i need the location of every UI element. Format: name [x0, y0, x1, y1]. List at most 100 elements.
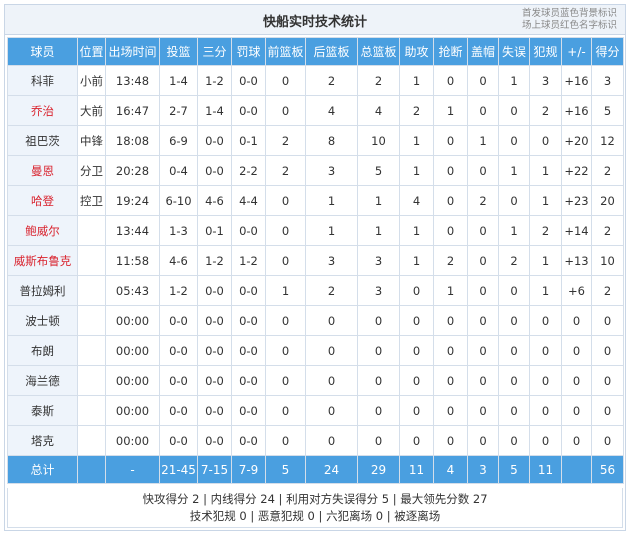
column-header-blocks: 盖帽 [467, 37, 499, 66]
table-body: 科菲 小前 13:48 1-4 1-2 0-0 0 2 2 1 0 0 1 3 +16 3 乔治 大前 16:47 2… [7, 65, 624, 456]
cell-def-reb: 0 [305, 335, 358, 366]
cell-off-reb: 0 [265, 365, 306, 396]
column-header-three-pt: 三分 [197, 37, 232, 66]
table-row: 泰斯 00:00 0-0 0-0 0-0 0 0 0 0 0 0 0 0 0 0 [7, 395, 624, 426]
cell-assists: 2 [399, 95, 434, 126]
cell-plus-minus: +20 [561, 125, 592, 156]
cell-def-reb: 2 [305, 275, 358, 306]
cell-position [77, 365, 106, 396]
player-name[interactable]: 鲍威尔 [7, 215, 78, 246]
cell-three-pt: 0-0 [197, 275, 232, 306]
table-row: 哈登 控卫 19:24 6-10 4-6 4-4 0 1 1 4 0 2 0 1 +23 20 [7, 185, 624, 216]
cell-minutes: 16:47 [105, 95, 160, 126]
cell-def-reb: 0 [305, 395, 358, 426]
cell-ft: 0-1 [231, 125, 266, 156]
cell-plus-minus: +22 [561, 155, 592, 186]
cell-total-reb: 1 [357, 185, 400, 216]
total-position [77, 455, 106, 484]
cell-ft: 0-0 [231, 335, 266, 366]
total-fg: 21-45 [159, 455, 198, 484]
cell-blocks: 1 [467, 125, 499, 156]
cell-ft: 0-0 [231, 95, 266, 126]
cell-total-reb: 3 [357, 275, 400, 306]
player-name[interactable]: 普拉姆利 [7, 275, 78, 306]
cell-turnovers: 0 [498, 95, 530, 126]
cell-minutes: 19:24 [105, 185, 160, 216]
cell-fg: 0-4 [159, 155, 198, 186]
player-name[interactable]: 海兰德 [7, 365, 78, 396]
cell-steals: 1 [433, 95, 468, 126]
cell-fg: 1-3 [159, 215, 198, 246]
cell-position [77, 305, 106, 336]
cell-assists: 0 [399, 365, 434, 396]
cell-points: 2 [591, 155, 624, 186]
cell-fg: 0-0 [159, 335, 198, 366]
cell-fouls: 2 [529, 215, 562, 246]
cell-three-pt: 4-6 [197, 185, 232, 216]
player-name[interactable]: 曼恩 [7, 155, 78, 186]
cell-position: 分卫 [77, 155, 106, 186]
cell-total-reb: 1 [357, 215, 400, 246]
cell-turnovers: 0 [498, 395, 530, 426]
column-header-def-reb: 后篮板 [305, 37, 358, 66]
cell-turnovers: 0 [498, 125, 530, 156]
cell-fouls: 2 [529, 95, 562, 126]
cell-def-reb: 0 [305, 365, 358, 396]
cell-position [77, 215, 106, 246]
player-name[interactable]: 哈登 [7, 185, 78, 216]
cell-minutes: 00:00 [105, 335, 160, 366]
cell-plus-minus: +14 [561, 215, 592, 246]
table-row: 海兰德 00:00 0-0 0-0 0-0 0 0 0 0 0 0 0 0 0 0 [7, 365, 624, 396]
player-name[interactable]: 科菲 [7, 65, 78, 96]
cell-points: 2 [591, 215, 624, 246]
cell-def-reb: 1 [305, 185, 358, 216]
cell-blocks: 0 [467, 155, 499, 186]
cell-position: 控卫 [77, 185, 106, 216]
player-name[interactable]: 布朗 [7, 335, 78, 366]
cell-ft: 0-0 [231, 275, 266, 306]
cell-assists: 0 [399, 305, 434, 336]
cell-ft: 0-0 [231, 425, 266, 456]
cell-turnovers: 0 [498, 185, 530, 216]
player-name[interactable]: 乔治 [7, 95, 78, 126]
cell-off-reb: 0 [265, 65, 306, 96]
summary-line-scoring: 快攻得分 2 | 内线得分 24 | 利用对方失误得分 5 | 最大领先分数 2… [142, 492, 488, 506]
cell-turnovers: 0 [498, 425, 530, 456]
cell-assists: 1 [399, 65, 434, 96]
player-name[interactable]: 泰斯 [7, 395, 78, 426]
table-row: 祖巴茨 中锋 18:08 6-9 0-0 0-1 2 8 10 1 0 1 0 0 +20 12 [7, 125, 624, 156]
total-def-reb: 24 [305, 455, 358, 484]
cell-fouls: 1 [529, 245, 562, 276]
cell-fouls: 0 [529, 425, 562, 456]
cell-steals: 0 [433, 185, 468, 216]
cell-blocks: 0 [467, 65, 499, 96]
cell-steals: 0 [433, 395, 468, 426]
cell-three-pt: 0-0 [197, 155, 232, 186]
cell-turnovers: 0 [498, 365, 530, 396]
player-name[interactable]: 祖巴茨 [7, 125, 78, 156]
player-name[interactable]: 塔克 [7, 425, 78, 456]
total-fouls: 11 [529, 455, 562, 484]
cell-fg: 0-0 [159, 395, 198, 426]
total-blocks: 3 [467, 455, 499, 484]
table-totals: 总计 -21-45 7-15 7-9 5 24 29 11 4 3 5 11 56 [7, 455, 624, 484]
stats-table: 球员 位置 出场时间 投篮 三分 罚球 前篮板 后篮板 总篮板 助攻 抢断 盖帽 失误 犯规 +/- 得分 科… [7, 37, 624, 484]
cell-minutes: 11:58 [105, 245, 160, 276]
cell-three-pt: 1-2 [197, 245, 232, 276]
cell-ft: 2-2 [231, 155, 266, 186]
cell-def-reb: 0 [305, 425, 358, 456]
cell-position [77, 395, 106, 426]
cell-assists: 4 [399, 185, 434, 216]
cell-fg: 4-6 [159, 245, 198, 276]
cell-steals: 0 [433, 215, 468, 246]
cell-blocks: 0 [467, 245, 499, 276]
column-header-minutes: 出场时间 [105, 37, 160, 66]
cell-ft: 0-0 [231, 65, 266, 96]
player-name[interactable]: 波士顿 [7, 305, 78, 336]
cell-plus-minus: 0 [561, 335, 592, 366]
table-header: 球员 位置 出场时间 投篮 三分 罚球 前篮板 后篮板 总篮板 助攻 抢断 盖帽 失误 犯规 +/- 得分 [7, 37, 624, 66]
cell-def-reb: 3 [305, 155, 358, 186]
player-name[interactable]: 威斯布鲁克 [7, 245, 78, 276]
legend-on-court-note: 场上球员红色名字标识 [521, 20, 617, 31]
cell-position [77, 245, 106, 276]
